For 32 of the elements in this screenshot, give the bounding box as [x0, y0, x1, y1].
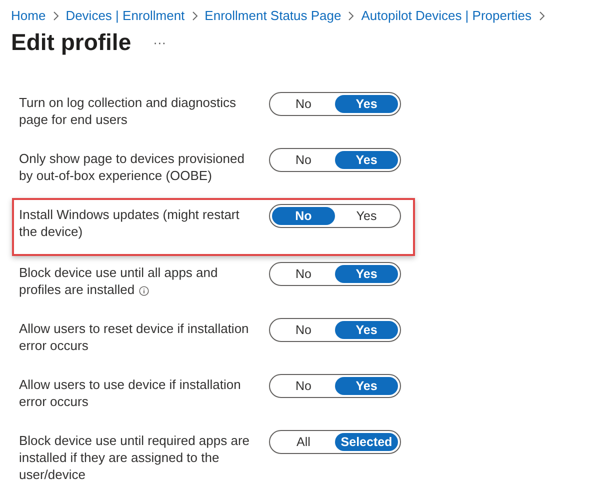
toggle-option[interactable]: No	[272, 151, 335, 169]
chevron-right-icon	[347, 10, 356, 20]
toggle-option[interactable]: Yes	[335, 377, 398, 395]
toggle-option[interactable]: No	[272, 207, 335, 225]
breadcrumb-link[interactable]: Enrollment Status Page	[204, 8, 342, 23]
toggle-option[interactable]: No	[272, 377, 335, 395]
more-options-button[interactable]: ···	[153, 35, 166, 50]
breadcrumb-link[interactable]: Devices | Enrollment	[66, 8, 185, 23]
toggle-option[interactable]: Selected	[335, 433, 398, 451]
toggle-option[interactable]: Yes	[335, 321, 398, 339]
toggle-option[interactable]: All	[272, 433, 335, 451]
page-title: Edit profile	[11, 29, 132, 56]
chevron-right-icon	[52, 10, 60, 20]
setting-label: Turn on log collection and diagnostics page for end users	[19, 94, 238, 128]
toggle-option[interactable]: Yes	[335, 265, 398, 283]
setting-label: Block device use until required apps are installed if they are assigned to the user/device	[19, 432, 251, 483]
setting-label: Block device use until all apps and profiles are installed	[19, 264, 219, 298]
toggle-option[interactable]: Yes	[335, 207, 398, 225]
toggle-option[interactable]: No	[272, 321, 335, 339]
toggle-option[interactable]: No	[272, 265, 335, 283]
chevron-right-icon	[190, 10, 199, 20]
chevron-right-icon	[538, 10, 546, 20]
toggle-option[interactable]: Yes	[335, 95, 398, 113]
breadcrumb-link[interactable]: Autopilot Devices | Properties	[361, 8, 532, 23]
setting-label: Allow users to reset device if installation error occurs	[19, 320, 250, 354]
info-icon[interactable]	[138, 286, 149, 296]
toggle-option[interactable]: No	[272, 95, 335, 113]
breadcrumb-link[interactable]: Home	[11, 8, 46, 23]
setting-label: Install Windows updates (might restart the device)	[19, 206, 240, 240]
toggle-option[interactable]: Yes	[335, 151, 398, 169]
setting-label: Only show page to devices provisioned by out-of-box experience (OOBE)	[19, 150, 246, 184]
setting-label: Allow users to use device if installation error occurs	[19, 376, 242, 410]
